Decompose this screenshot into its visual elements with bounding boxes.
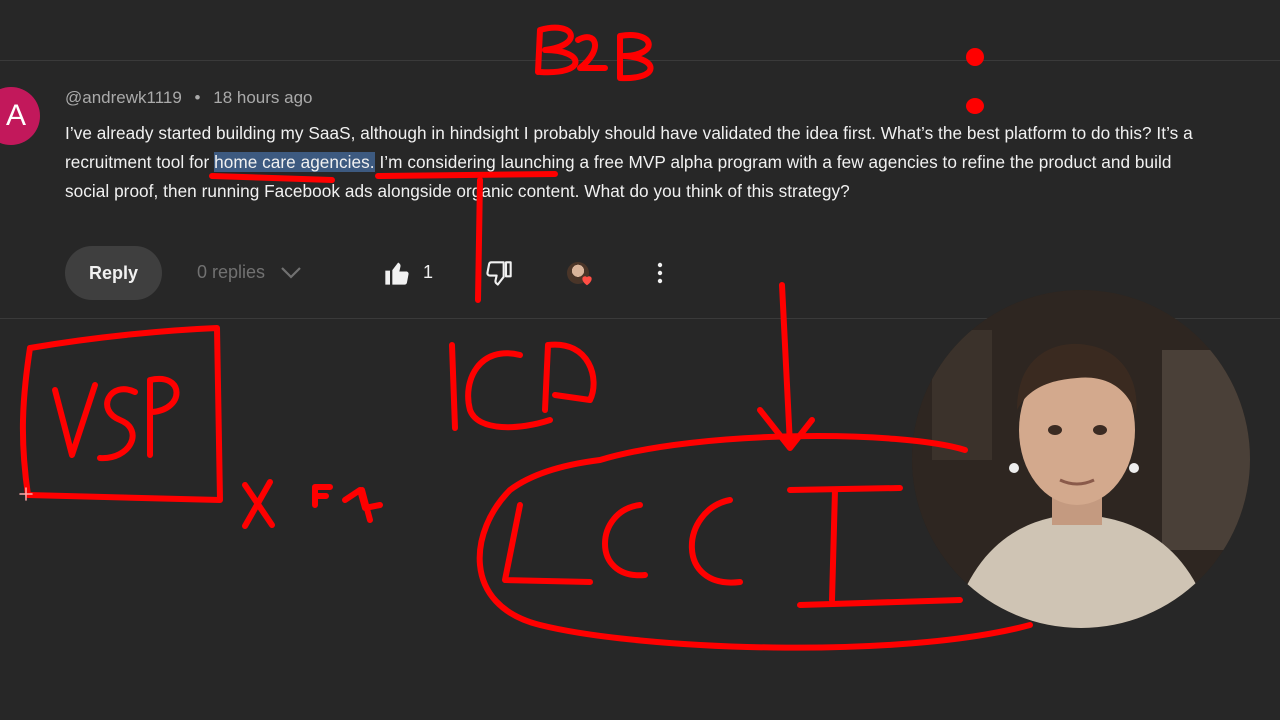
presenter-figure xyxy=(912,290,1250,628)
comment-text: I’ve already started building my SaaS, a… xyxy=(65,119,1215,207)
comment-text-highlight: home care agencies. xyxy=(214,152,375,173)
meta-separator: • xyxy=(194,88,201,107)
chevron-down-icon xyxy=(281,267,301,279)
down-arrow xyxy=(757,282,815,451)
like-count: 1 xyxy=(423,262,434,282)
comment-meta: @andrewk1119 • 18 hours ago xyxy=(65,88,312,108)
author-avatar[interactable]: A xyxy=(0,87,40,145)
replies-toggle[interactable]: 0 replies xyxy=(197,260,303,284)
author-handle[interactable]: @andrewk1119 xyxy=(65,88,182,107)
avatar-letter: A xyxy=(5,99,26,132)
annotation-x-f4 xyxy=(242,479,383,529)
annotation-vsp xyxy=(19,325,223,503)
cursor-cross xyxy=(19,487,33,501)
reply-button[interactable]: Reply xyxy=(65,246,162,300)
replies-label: 0 replies xyxy=(197,261,266,282)
like-icon[interactable] xyxy=(383,259,411,287)
dislike-icon[interactable] xyxy=(485,260,513,288)
annotation-icp xyxy=(449,341,597,431)
comment-time[interactable]: 18 hours ago xyxy=(213,88,312,107)
top-divider xyxy=(0,60,1280,61)
creator-heart-icon xyxy=(567,262,593,288)
annotation-b2b xyxy=(535,24,654,82)
webcam-overlay xyxy=(912,290,1250,628)
annotation-colon xyxy=(966,48,984,114)
more-vert-icon[interactable] xyxy=(648,261,672,285)
heart-icon xyxy=(582,276,592,286)
